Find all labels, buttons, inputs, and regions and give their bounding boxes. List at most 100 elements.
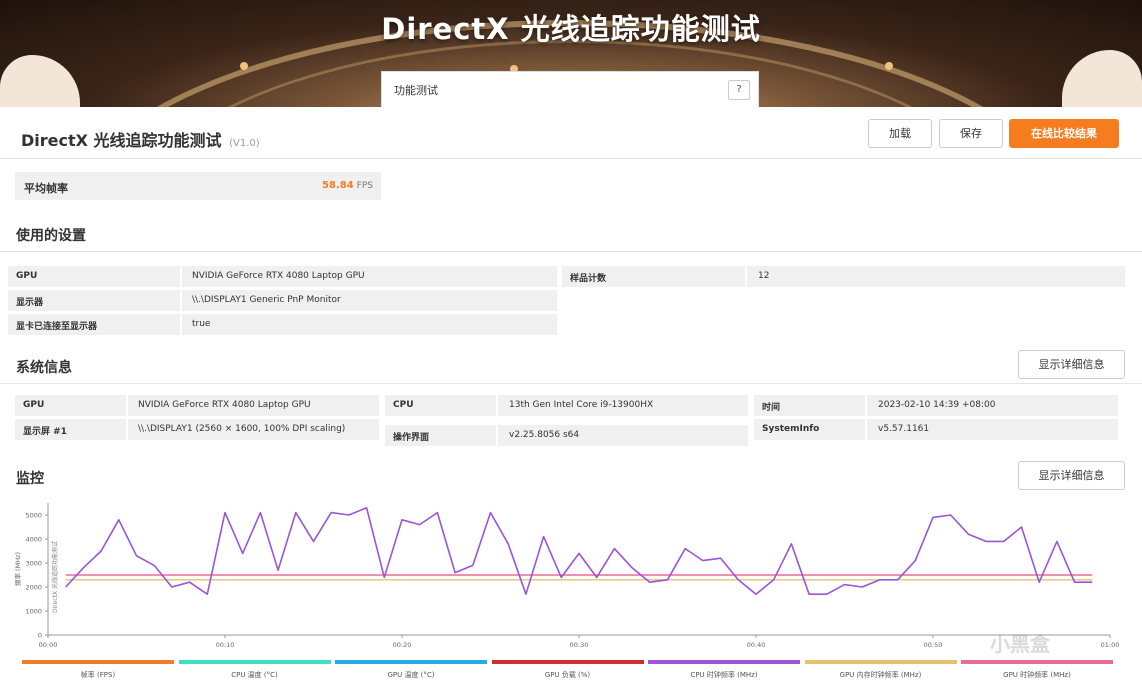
sysinfo-row: CPU 13th Gen Intel Core i9-13900HX [385, 395, 748, 416]
divider [0, 251, 1142, 252]
cell-separator [496, 425, 498, 446]
settings-title: 使用的设置 [16, 228, 86, 244]
y-tick-label: 3000 [25, 560, 42, 568]
settings-row: 样品计数 12 [562, 266, 1125, 287]
x-tick-label: 00:20 [393, 641, 412, 649]
average-fps-value: 58.84 FPS [322, 180, 373, 191]
y-tick-label: 2000 [25, 584, 42, 592]
legend-label: GPU 温度 (°C) [387, 671, 435, 679]
x-tick-label: 00:30 [570, 641, 589, 649]
legend-label: GPU 时钟频率 (MHz) [1003, 671, 1071, 679]
settings-value: true [192, 319, 211, 329]
legend-swatch [961, 660, 1113, 664]
cell-separator [180, 290, 182, 311]
legend-label: GPU 内存时钟频率 (MHz) [839, 671, 922, 679]
y-tick-label: 5000 [25, 512, 42, 520]
sysinfo-key: 操作界面 [393, 433, 430, 443]
y-axis-label: 频率 (MHz) [13, 552, 22, 586]
sysinfo-key: CPU [393, 400, 414, 410]
save-button[interactable]: 保存 [939, 119, 1003, 148]
y-tick-label: 1000 [25, 608, 42, 616]
legend-label: 帧率 (FPS) [80, 671, 116, 679]
test-header: DirectX 光线追踪功能测试 (V1.0) 加载 保存 在线比较结果 [0, 107, 1142, 159]
page-title: DirectX 光线追踪功能测试 (V1.0) [21, 127, 260, 151]
legend-swatch [22, 660, 174, 664]
x-tick-label: 00:40 [747, 641, 766, 649]
hero-title: DirectX 光线追踪功能测试 [381, 12, 761, 46]
settings-row: 显卡已连接至显示器 true [8, 314, 557, 335]
cell-separator [126, 419, 128, 440]
sysinfo-value: NVIDIA GeForce RTX 4080 Laptop GPU [138, 400, 311, 410]
legend-swatch [491, 660, 644, 664]
tab-label: 功能测试 [394, 84, 438, 97]
cell-separator [126, 395, 128, 416]
version-label: (V1.0) [229, 138, 260, 149]
cell-separator [180, 314, 182, 335]
sysinfo-value: 13th Gen Intel Core i9-13900HX [509, 400, 654, 410]
page-title-text: DirectX 光线追踪功能测试 [21, 131, 222, 150]
banner-ornament [1062, 50, 1142, 107]
legend-swatch [335, 660, 487, 664]
monitor-chart-svg: 0 1000 2000 3000 4000 5000 00:00 00:10 00:20 00:3… [13, 503, 1120, 649]
monitor-title: 监控 [16, 471, 44, 487]
divider [0, 383, 1142, 384]
x-tick-label: 01:00 [1101, 641, 1120, 649]
average-fps-label: 平均帧率 [24, 182, 68, 195]
tab-feature-test[interactable]: 功能测试 ? [381, 71, 759, 107]
y-axis-label-secondary: DirectX 光线追踪功能测试 [51, 541, 59, 613]
y-tick-label: 0 [38, 632, 42, 640]
compare-online-button[interactable]: 在线比较结果 [1009, 119, 1119, 148]
sysinfo-row: 操作界面 v2.25.8056 s64 [385, 425, 748, 446]
settings-row: 显示器 \\.\DISPLAY1 Generic PnP Monitor [8, 290, 557, 311]
monitor-chart: 0 1000 2000 3000 4000 5000 00:00 00:10 00:20 00:3… [0, 495, 1142, 695]
cell-separator [745, 266, 747, 287]
sysinfo-key: 显示屏 #1 [23, 427, 67, 437]
cell-separator [865, 395, 867, 416]
x-tick-label: 00:10 [216, 641, 235, 649]
sysinfo-row: 时间 2023-02-10 14:39 +08:00 [754, 395, 1118, 416]
settings-key: GPU [16, 271, 38, 281]
banner-light [240, 62, 248, 70]
sysinfo-row: SystemInfo v5.57.1161 [754, 419, 1118, 440]
sysinfo-value: 2023-02-10 14:39 +08:00 [878, 400, 996, 410]
average-fps-box: 平均帧率 58.84 FPS [15, 172, 381, 200]
sysinfo-title: 系统信息 [16, 360, 72, 376]
legend-swatch [804, 660, 957, 664]
sysinfo-key: 时间 [762, 403, 781, 413]
sysinfo-key: GPU [23, 400, 45, 410]
sysinfo-row: 显示屏 #1 \\.\DISPLAY1 (2560 × 1600, 100% D… [15, 419, 379, 440]
watermark: 小黑盒 [990, 632, 1050, 656]
legend-label: CPU 温度 (°C) [231, 671, 278, 679]
sysinfo-row: GPU NVIDIA GeForce RTX 4080 Laptop GPU [15, 395, 379, 416]
settings-row: GPU NVIDIA GeForce RTX 4080 Laptop GPU [8, 266, 557, 287]
cell-separator [180, 266, 182, 287]
help-button[interactable]: ? [728, 80, 750, 100]
settings-value: \\.\DISPLAY1 Generic PnP Monitor [192, 295, 341, 305]
sysinfo-value: v5.57.1161 [878, 424, 930, 434]
legend-label: GPU 负载 (%) [544, 671, 591, 679]
legend-swatch [178, 660, 331, 664]
cell-separator [496, 395, 498, 416]
show-details-button[interactable]: 显示详细信息 [1018, 350, 1125, 379]
cell-separator [865, 419, 867, 440]
fps-number: 58.84 [322, 180, 354, 191]
settings-key: 显示器 [16, 298, 44, 308]
y-tick-label: 4000 [25, 536, 42, 544]
load-button[interactable]: 加载 [868, 119, 932, 148]
fps-unit: FPS [356, 181, 373, 191]
settings-value: NVIDIA GeForce RTX 4080 Laptop GPU [192, 271, 365, 281]
settings-value: 12 [758, 271, 770, 281]
settings-key: 样品计数 [570, 274, 607, 284]
x-tick-label: 00:00 [39, 641, 58, 649]
sysinfo-value: v2.25.8056 s64 [509, 430, 580, 440]
sysinfo-value: \\.\DISPLAY1 (2560 × 1600, 100% DPI scal… [138, 424, 346, 434]
show-details-button[interactable]: 显示详细信息 [1018, 461, 1125, 490]
series-line [65, 507, 1093, 595]
sysinfo-key: SystemInfo [762, 424, 820, 434]
legend-label: CPU 时钟频率 (MHz) [690, 671, 758, 679]
banner-ornament [0, 55, 80, 107]
x-tick-label: 00:50 [924, 641, 943, 649]
settings-key: 显卡已连接至显示器 [16, 322, 98, 332]
banner-light [885, 62, 893, 70]
hero-banner: DirectX 光线追踪功能测试 功能测试 ? [0, 0, 1142, 107]
